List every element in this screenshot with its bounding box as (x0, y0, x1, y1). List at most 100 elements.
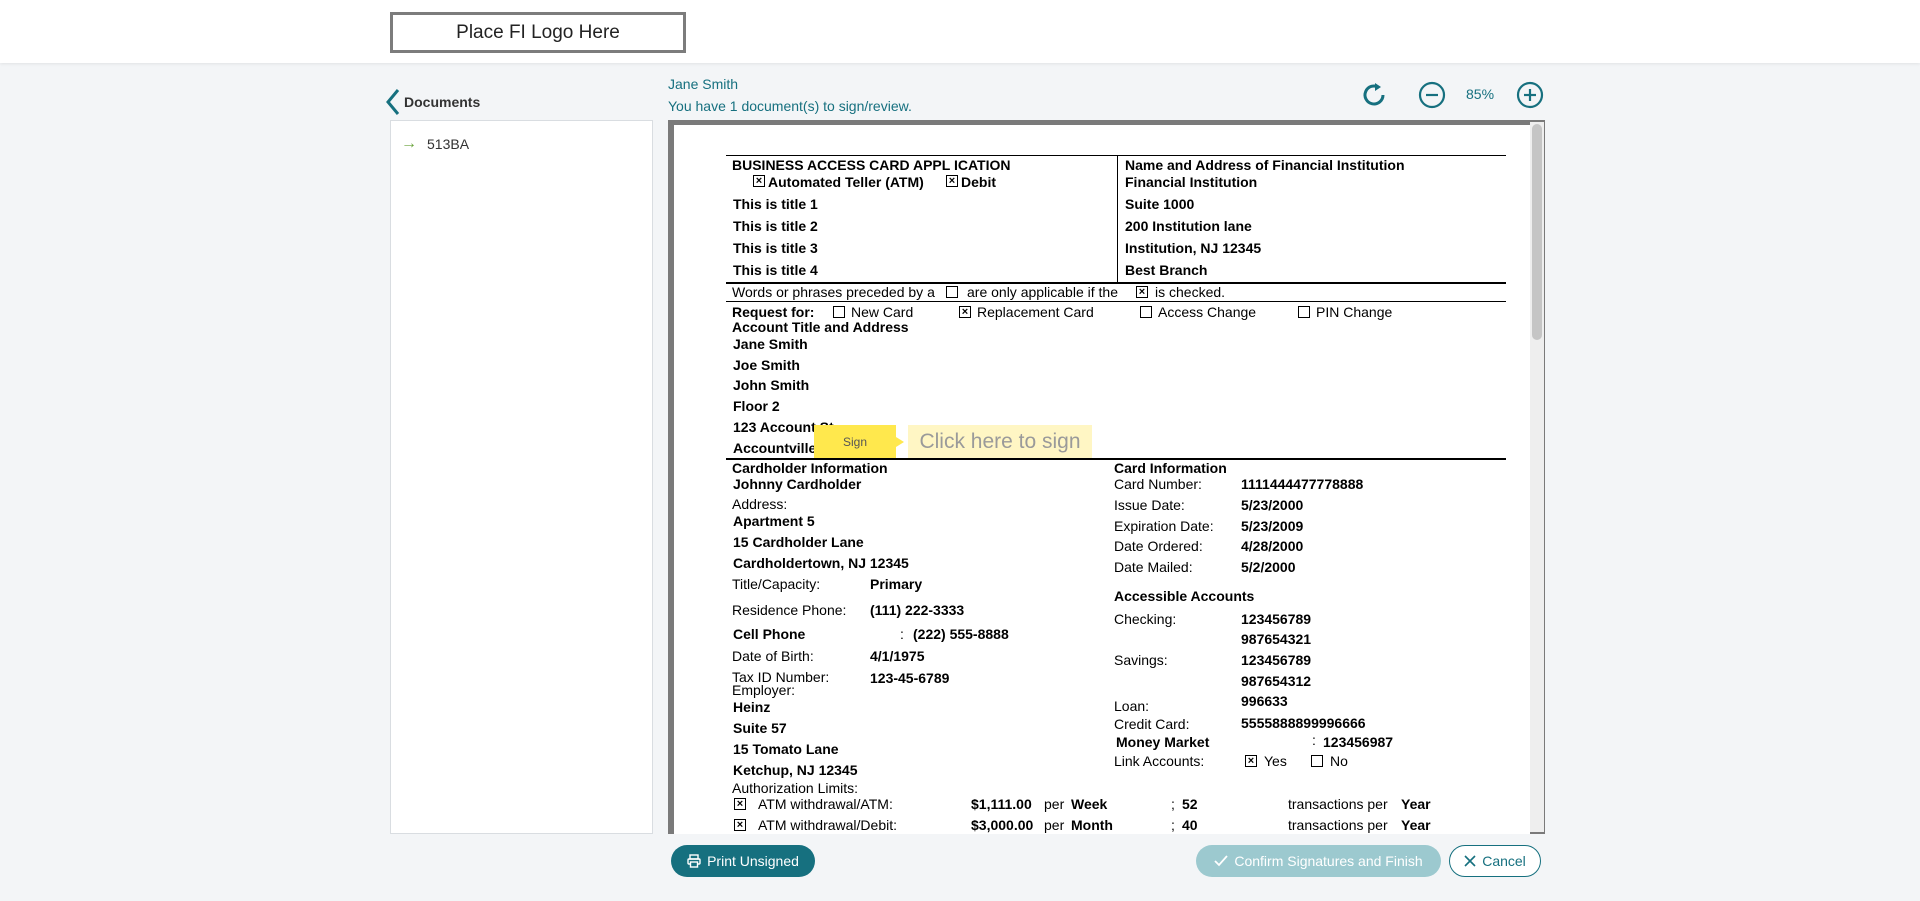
refresh-icon (1363, 83, 1385, 106)
card-info-label: Date Ordered: (1114, 538, 1203, 554)
card-info-value: 4/28/2000 (1241, 538, 1304, 554)
card-info-value: 5/23/2000 (1241, 497, 1304, 513)
document-page: BUSINESS ACCESS CARD APPL ICATION × Auto… (674, 125, 1530, 834)
checkbox-atm[interactable]: × (753, 175, 765, 187)
loan-value: 996633 (1241, 693, 1288, 709)
checkmark-icon (1214, 854, 1229, 868)
fi-logo-placeholder: Place FI Logo Here (390, 12, 686, 53)
confirm-signatures-button[interactable]: Confirm Signatures and Finish (1196, 845, 1441, 877)
chevron-left-icon (386, 89, 400, 115)
zoom-level: 85% (1466, 86, 1495, 102)
cardholder-header: Cardholder Information (732, 460, 888, 476)
employer-label: Employer: (732, 682, 796, 698)
residence-phone-value: (111) 222-3333 (870, 602, 965, 618)
notice-empty-box (946, 286, 958, 298)
plus-circle-icon (1516, 81, 1544, 109)
auth-label: ATM withdrawal/Debit: (758, 817, 898, 833)
auth-per: per (1044, 817, 1065, 833)
checkbox-auth-atm[interactable]: × (734, 798, 746, 810)
checkbox-auth-debit[interactable]: × (734, 819, 746, 831)
card-info-value: 5/2/2000 (1241, 559, 1296, 575)
request-option: PIN Change (1316, 304, 1393, 320)
checking-label: Checking: (1114, 611, 1177, 627)
card-info-header: Card Information (1114, 460, 1227, 476)
arrow-right-icon: → (401, 135, 417, 152)
top-bar: Place FI Logo Here (0, 0, 1920, 63)
dob-value: 4/1/1975 (870, 648, 925, 664)
credit-label: Credit Card: (1114, 716, 1190, 732)
request-option: Access Change (1158, 304, 1257, 320)
title-capacity-label: Title/Capacity: (732, 576, 821, 592)
account-header: Account Title and Address (732, 319, 909, 335)
documents-count-message: You have 1 document(s) to sign/review. (668, 98, 912, 114)
checkbox-debit[interactable]: × (946, 175, 958, 187)
title-capacity-value: Primary (870, 576, 923, 592)
checkbox-link-no[interactable] (1311, 755, 1323, 767)
account-line: John Smith (733, 377, 810, 393)
account-line: Jane Smith (733, 336, 808, 352)
title-line: This is title 2 (733, 218, 818, 234)
auth-amount: $1,111.00 (971, 796, 1032, 812)
scrollbar-thumb[interactable] (1532, 124, 1542, 340)
savings-label: Savings: (1114, 652, 1168, 668)
auth-tx-period: Year (1401, 817, 1431, 833)
cancel-button[interactable]: Cancel (1449, 845, 1541, 877)
fi-line: Best Branch (1125, 262, 1208, 278)
checkbox-pin-change[interactable] (1298, 306, 1310, 318)
notice-checked-box: × (1136, 286, 1148, 298)
card-info-value: 5/23/2009 (1241, 518, 1304, 534)
card-type-debit: Debit (961, 174, 996, 190)
print-unsigned-button[interactable]: Print Unsigned (671, 845, 815, 877)
auth-header: Authorization Limits: (732, 780, 859, 796)
zoom-in-button[interactable] (1515, 80, 1545, 110)
zoom-out-button[interactable] (1417, 80, 1447, 110)
auth-per: per (1044, 796, 1065, 812)
checkbox-access-change[interactable] (1140, 306, 1152, 318)
cancel-label: Cancel (1482, 853, 1526, 869)
fi-line: Institution, NJ 12345 (1125, 240, 1262, 256)
dob-label: Date of Birth: (732, 648, 814, 664)
employer-line: Ketchup, NJ 12345 (733, 762, 858, 778)
refresh-button[interactable] (1359, 80, 1389, 110)
confirm-signatures-label: Confirm Signatures and Finish (1234, 853, 1423, 869)
card-info-label: Date Mailed: (1114, 559, 1193, 575)
auth-period: Week (1071, 796, 1108, 812)
auth-tx-period: Year (1401, 796, 1431, 812)
print-unsigned-label: Print Unsigned (707, 853, 799, 869)
minus-circle-icon (1418, 81, 1446, 109)
cardholder-name: Johnny Cardholder (733, 476, 862, 492)
savings-value: 123456789 (1241, 652, 1312, 668)
fi-line: 200 Institution lane (1125, 218, 1252, 234)
money-market-label: Money Market (1116, 734, 1210, 750)
employer-line: Heinz (733, 699, 771, 715)
auth-label: ATM withdrawal/ATM: (758, 796, 893, 812)
accounts-header: Accessible Accounts (1114, 588, 1255, 604)
request-option: New Card (851, 304, 914, 320)
auth-count: 52 (1182, 796, 1198, 812)
savings-value: 987654312 (1241, 673, 1312, 689)
checkbox-replacement-card[interactable]: × (959, 306, 971, 318)
close-icon (1464, 855, 1476, 867)
title-line: This is title 4 (733, 262, 818, 278)
viewer-scrollbar[interactable] (1530, 122, 1544, 832)
document-item-513ba[interactable]: → 513BA (401, 135, 469, 153)
checking-value: 123456789 (1241, 611, 1312, 627)
title-line: This is title 3 (733, 240, 818, 256)
loan-label: Loan: (1114, 698, 1150, 714)
checking-value: 987654321 (1241, 631, 1312, 647)
documents-panel: → 513BA (390, 120, 653, 834)
address-label: Address: (732, 496, 788, 512)
cell-phone-value: (222) 555-8888 (913, 626, 1009, 642)
request-label: Request for: (732, 304, 815, 320)
signer-name: Jane Smith (668, 76, 739, 92)
checkbox-link-yes[interactable]: × (1245, 755, 1257, 767)
document-viewer[interactable]: BUSINESS ACCESS CARD APPL ICATION × Auto… (668, 120, 1545, 834)
auth-tx-per: transactions per (1288, 817, 1388, 833)
checkbox-new-card[interactable] (833, 306, 845, 318)
request-option: Replacement Card (977, 304, 1094, 320)
money-market-value: 123456987 (1323, 734, 1394, 750)
address-line: Apartment 5 (733, 513, 815, 529)
documents-back-link[interactable]: Documents (384, 88, 480, 116)
signature-field[interactable]: Click here to sign (908, 425, 1092, 458)
sign-tag[interactable]: Sign (814, 425, 904, 458)
